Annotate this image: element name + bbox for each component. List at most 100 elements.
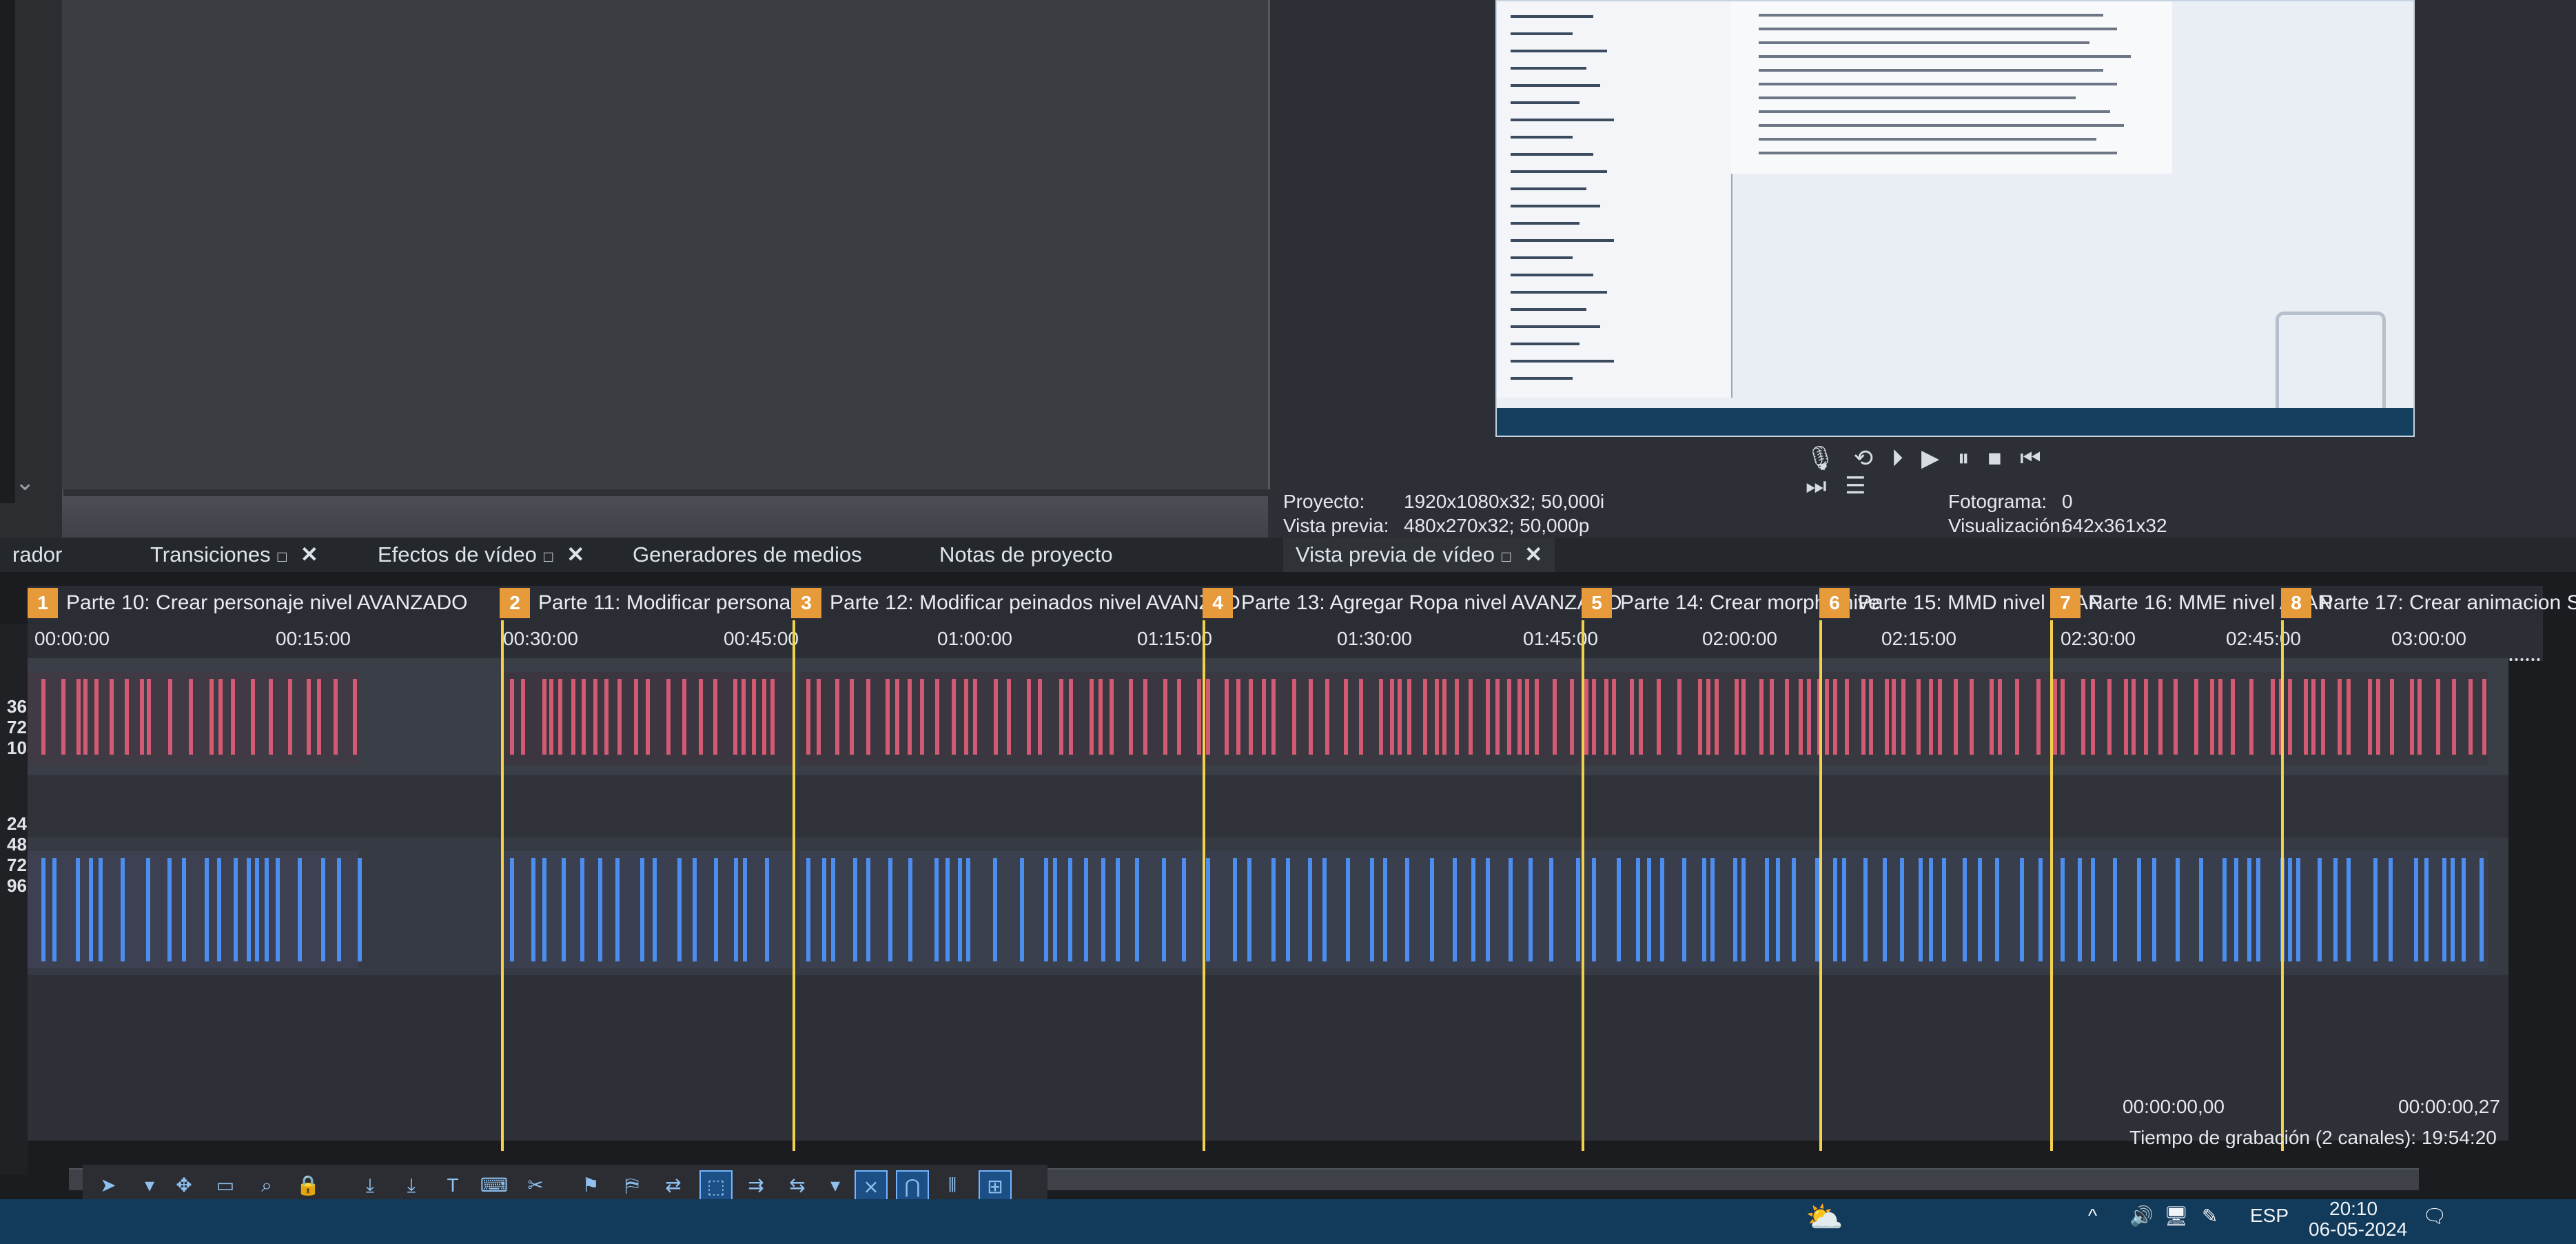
subtitle-icon[interactable]: ⌨	[479, 1170, 509, 1201]
notification-icon[interactable]: 🗨	[2422, 1205, 2447, 1227]
close-icon[interactable]: ✕	[566, 542, 584, 567]
marker-2[interactable]: 2 Parte 11: Modificar persona	[500, 586, 790, 620]
video-thumbnail-stripe	[1592, 858, 1596, 961]
audio-waveform-stripe	[1807, 679, 1811, 755]
audio-waveform-stripe	[571, 679, 575, 755]
delete-icon[interactable]: ✂	[520, 1170, 551, 1201]
ruler-tick: 02:45:00	[2226, 628, 2301, 650]
audio-waveform-stripe	[2436, 679, 2440, 755]
group-icon[interactable]: ⊞	[979, 1170, 1012, 1203]
vista-previa-value: 480x270x32; 50,000p	[1404, 515, 1589, 537]
marker-3[interactable]: 3 Parte 12: Modificar peinados nivel AVAN…	[791, 586, 1240, 620]
close-icon[interactable]: ✕	[300, 542, 318, 567]
audio-waveform-stripe	[935, 679, 939, 755]
tab-notas-proyecto[interactable]: Notas de proyecto	[927, 538, 1125, 572]
zoom-tool-icon[interactable]: ⌕	[252, 1170, 282, 1201]
stop-icon[interactable]: ■	[1987, 445, 2002, 472]
audio-waveform-stripe	[2107, 679, 2112, 755]
split-icon[interactable]: ⫴	[937, 1170, 968, 1201]
insert-track-icon[interactable]: ⤓	[355, 1170, 385, 1201]
audio-waveform-stripe	[334, 679, 338, 755]
time-ruler[interactable]: 00:00:00 00:15:00 00:30:00 00:45:00 01:0…	[28, 624, 2543, 661]
audio-waveform-stripe	[1177, 679, 1181, 755]
clock-time[interactable]: 20:10	[2329, 1198, 2378, 1220]
video-clip[interactable]	[1199, 851, 1585, 968]
magnet-icon[interactable]: ⋂	[896, 1170, 929, 1203]
marker-line	[1819, 620, 1822, 1151]
display-icon[interactable]: 🖥	[2164, 1205, 2189, 1227]
video-clip[interactable]	[799, 851, 1199, 968]
tab-float-icon[interactable]: □	[544, 548, 553, 565]
audio-waveform-stripe	[1970, 679, 1974, 755]
dropdown-icon[interactable]: ▾	[134, 1170, 165, 1201]
video-thumbnail-stripe	[2199, 858, 2203, 961]
tab-generadores[interactable]: Generadores de medios	[620, 538, 875, 572]
crossfade-icon[interactable]: ⨯	[855, 1170, 888, 1203]
audio-clip[interactable]	[799, 672, 1199, 765]
audio-waveform-stripe	[1517, 679, 1522, 755]
video-thumbnail-stripe	[1529, 858, 1533, 961]
video-thumbnail-stripe	[205, 858, 209, 961]
tab-float-icon[interactable]: □	[1502, 548, 1511, 565]
transition-icon[interactable]: ⇄	[658, 1170, 688, 1201]
text-icon[interactable]: T	[438, 1170, 468, 1201]
audio-waveform-stripe	[1525, 679, 1529, 755]
play-from-start-icon[interactable]: ⏵	[1892, 445, 1903, 472]
audio-clip[interactable]	[2054, 672, 2281, 765]
ripple-options-icon[interactable]: ⇉	[741, 1170, 771, 1201]
audio-waveform-stripe	[1469, 679, 1473, 755]
audio-waveform-stripe	[2015, 679, 2019, 755]
audio-waveform-stripe	[964, 679, 968, 755]
audio-waveform-stripe	[1584, 679, 1588, 755]
language-indicator[interactable]: ESP	[2250, 1205, 2289, 1227]
close-icon[interactable]: ✕	[1524, 542, 1542, 567]
selection-tool-icon[interactable]: ▭	[210, 1170, 241, 1201]
loop-icon[interactable]: ⟲	[1854, 445, 1874, 472]
pause-icon[interactable]: ⏸	[1958, 445, 1970, 472]
audio-waveform-stripe	[147, 679, 151, 755]
pen-icon[interactable]: ✎	[2202, 1205, 2218, 1227]
audio-waveform-stripe	[1390, 679, 1394, 755]
snap-icon[interactable]: ⇆	[782, 1170, 812, 1201]
timeline-tracks[interactable]	[28, 658, 2508, 1141]
play-icon[interactable]: ▶	[1921, 445, 1939, 472]
audio-waveform-stripe	[189, 679, 193, 755]
audio-waveform-stripe	[1486, 679, 1490, 755]
video-clip[interactable]	[2281, 851, 2488, 968]
chevron-up-icon[interactable]: ^	[2088, 1205, 2097, 1227]
video-thumbnail-stripe	[531, 858, 535, 961]
tab-transiciones[interactable]: Transiciones □ ✕	[138, 538, 331, 572]
video-thumbnail-stripe	[1682, 858, 1686, 961]
video-thumbnail-stripe	[121, 858, 125, 961]
audio-waveform-stripe	[1098, 679, 1103, 755]
audio-waveform-stripe	[1929, 679, 1933, 755]
video-thumbnail-stripe	[1486, 858, 1490, 961]
audio-waveform-stripe	[168, 679, 172, 755]
clock-date[interactable]: 06-05-2024	[2309, 1218, 2407, 1241]
video-clip[interactable]	[503, 851, 793, 968]
go-start-icon[interactable]: ⏮	[2020, 445, 2041, 472]
auto-ripple-icon[interactable]: ⬚	[699, 1170, 733, 1203]
mic-icon[interactable]: 🎙	[1806, 445, 1835, 472]
chevron-down-icon[interactable]: ⌄	[15, 469, 43, 496]
marker-icon[interactable]: ⚑	[575, 1170, 606, 1201]
tab-rador[interactable]: rador	[0, 538, 74, 572]
region-icon[interactable]: ⛿	[617, 1170, 647, 1201]
ruler-tick: 01:45:00	[1523, 628, 1598, 650]
video-thumbnail-stripe	[2288, 858, 2292, 961]
tab-vista-previa[interactable]: Vista previa de vídeo □ ✕	[1283, 538, 1555, 572]
dropdown-icon[interactable]: ▾	[820, 1170, 850, 1201]
marker-1[interactable]: 1 Parte 10: Crear personaje nivel AVANZAD…	[28, 586, 467, 620]
insert-audio-icon[interactable]: ⤓	[396, 1170, 427, 1201]
marker-strip: 1 Parte 10: Crear personaje nivel AVANZAD…	[28, 586, 2543, 624]
weather-icon[interactable]: ⛅	[1806, 1199, 1843, 1235]
marker-4[interactable]: 4 Parte 13: Agregar Ropa nivel AVANZADO	[1203, 586, 1622, 620]
volume-icon[interactable]: 🔊	[2129, 1205, 2154, 1227]
marker-8[interactable]: 8 Parte 17: Crear animacion Sp	[2281, 586, 2576, 620]
tab-float-icon[interactable]: □	[278, 548, 287, 565]
audio-clip[interactable]	[1585, 672, 1826, 765]
envelope-tool-icon[interactable]: ✥	[169, 1170, 199, 1201]
lock-icon[interactable]: 🔒	[293, 1170, 323, 1201]
normal-edit-tool-icon[interactable]: ➤	[93, 1170, 123, 1201]
tab-efectos-video[interactable]: Efectos de vídeo □ ✕	[365, 538, 597, 572]
